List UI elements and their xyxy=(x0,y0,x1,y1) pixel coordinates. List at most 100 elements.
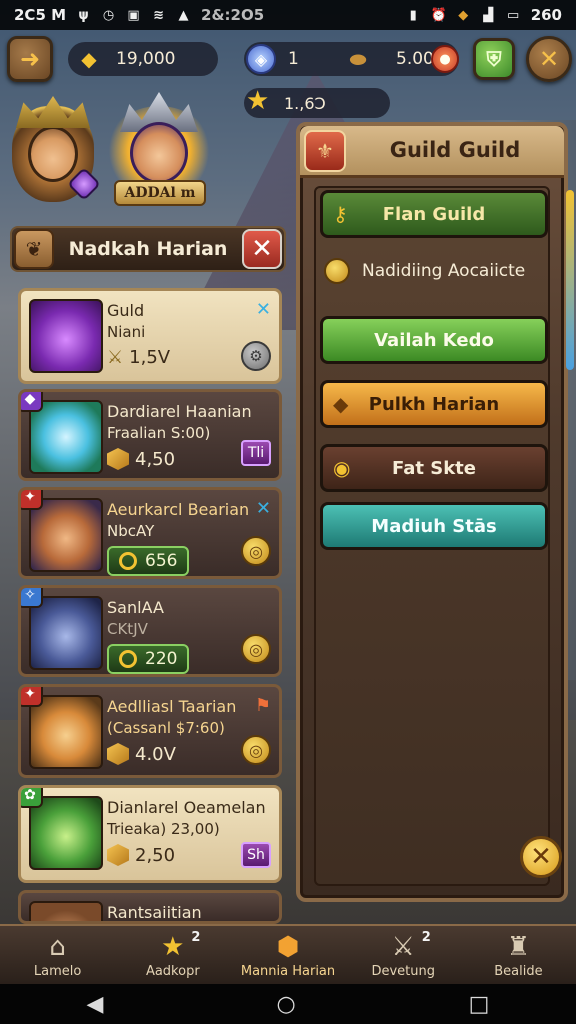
guild-plan-button[interactable]: ⚷ Flan Guild xyxy=(320,190,548,238)
item-tag[interactable]: Sh xyxy=(241,842,271,868)
nav-item-battle[interactable]: ⚔ 2 Devetung xyxy=(346,926,461,984)
signal-icon: ▲ xyxy=(178,7,189,23)
green-action-label: Vailah Kedo xyxy=(374,329,494,351)
red-badge-icon: ✦ xyxy=(21,490,43,510)
nav-badge-count: 2 xyxy=(421,930,431,945)
purple-crystal-icon xyxy=(29,299,103,373)
item-value: 4.0V xyxy=(135,743,176,765)
bag-icon[interactable]: ❦ xyxy=(14,229,54,269)
secondary-value: 5.00 xyxy=(396,49,434,69)
status-bar: 2C5 M ψ ◷ ▣ ≋ ▲ 2&:2O5 ▮ ⏰ ◆ ▟ ▭ 260 xyxy=(0,0,576,30)
item-value: 4,50 xyxy=(135,448,176,470)
nav-label: Mannia Harian xyxy=(240,963,336,979)
avatar-name-plate: ADDAl m xyxy=(114,180,206,206)
sword-icon: ⚔ xyxy=(107,347,124,368)
hero-portrait xyxy=(29,901,103,921)
item-subtitle: Trieaka) 23,00) xyxy=(107,820,220,838)
guild-crest-icon: ⬢ xyxy=(276,931,300,962)
brown-action-button[interactable]: ◉ Fat Skte xyxy=(320,444,548,492)
scrollbar[interactable] xyxy=(566,190,574,370)
guild-crest-icon[interactable]: ⚜ xyxy=(304,130,346,172)
daily-list-close-button[interactable]: ✕ xyxy=(242,229,282,269)
item-value-row: 4.0V xyxy=(107,743,176,765)
teal-action-label: Madiuh Stās xyxy=(371,515,497,537)
back-button[interactable]: ➜ xyxy=(7,36,53,82)
daily-reward-button[interactable]: ◆ Pulkh Harian xyxy=(320,380,548,428)
nav-item-daily[interactable]: ⬢ Mannia Harian xyxy=(230,926,345,984)
cross-icon[interactable]: ✕ xyxy=(256,299,271,320)
vibrate-icon: ψ xyxy=(78,7,89,23)
bread-icon: ⬬ xyxy=(349,47,367,71)
item-name: SanlAA xyxy=(107,598,164,617)
guild-panel-title: Guild Guild xyxy=(389,138,521,162)
item-tag[interactable]: Tli xyxy=(241,440,271,466)
shield-icon: ⛨ xyxy=(486,47,502,71)
item-subtitle: Fraalian S:00) xyxy=(107,424,211,442)
nav-item-build[interactable]: ♜ Bealide xyxy=(461,926,576,984)
coin-button[interactable]: ◎ xyxy=(241,735,271,765)
list-item[interactable]: ✧ SanlAA CKtJV 220 ◎ xyxy=(18,585,282,677)
teal-action-button[interactable]: Madiuh Stās xyxy=(320,502,548,550)
coin-ring-icon xyxy=(119,552,137,570)
guild-leader-avatar[interactable]: ADDAl m xyxy=(106,92,212,210)
gold-cube-icon xyxy=(107,448,129,470)
tower-icon: ♜ xyxy=(506,931,531,962)
list-item[interactable]: Guld Niani ⚔ 1,5V ✕ ⚙ xyxy=(18,288,282,384)
gold-close-button[interactable]: ✕ xyxy=(520,836,562,878)
red-gem-icon: ● xyxy=(431,45,459,73)
list-item[interactable]: ✦ Aedlliasl Taarian (Cassanl $7:60) 4.0V… xyxy=(18,684,282,778)
nav-item-home[interactable]: ⌂ Lamelo xyxy=(0,926,115,984)
list-item[interactable]: ◆ Dardiarel Haanian Fraalian S:00) 4,50 … xyxy=(18,389,282,481)
orange-flag-icon[interactable]: ⚑ xyxy=(255,695,271,716)
crown-icon xyxy=(16,96,90,128)
list-item[interactable]: ✿ Dianlarel Oeamelan Trieaka) 23,00) 2,5… xyxy=(18,785,282,883)
green-badge-icon: ✿ xyxy=(21,788,43,808)
gold-coin-icon xyxy=(324,258,350,284)
guild-info-text: Nadidiing Aocaiicte xyxy=(362,261,526,281)
battery-full-icon: ▭ xyxy=(507,7,520,23)
gold-cube-icon xyxy=(107,743,129,765)
gem-counter[interactable]: ◈ 1 ⬬ 5.00 ● xyxy=(244,42,459,76)
home-circle-icon[interactable]: ○ xyxy=(276,992,295,1017)
item-subtitle: (Cassanl $7:60) xyxy=(107,719,225,737)
gold-counter[interactable]: ◆ 19,000 xyxy=(68,42,218,76)
nav-badge-count: 2 xyxy=(191,930,201,945)
back-triangle-icon[interactable]: ◀ xyxy=(87,992,104,1017)
close-icon: ✕ xyxy=(538,45,560,73)
clock-icon: ◷ xyxy=(102,7,115,23)
signal-bars-icon: ▟ xyxy=(483,7,494,23)
daily-reward-label: Pulkh Harian xyxy=(368,393,500,415)
arrow-left-icon: ➜ xyxy=(19,45,41,73)
nav-item-achievements[interactable]: ★ 2 Aadkopr xyxy=(115,926,230,984)
guild-info-line: Nadidiing Aocaiicte xyxy=(324,256,554,286)
coin-button[interactable]: ◎ xyxy=(241,536,271,566)
item-value-row: 656 xyxy=(107,546,190,576)
item-value-row: ⚔ 1,5V xyxy=(107,347,170,368)
gold-bag-icon: ◆ xyxy=(333,392,349,416)
leader-portrait xyxy=(130,122,188,184)
status-right-text: 260 xyxy=(530,6,562,24)
recents-square-icon[interactable]: □ xyxy=(469,992,490,1017)
star-value: 1.,6Ↄ xyxy=(284,93,326,113)
green-action-button[interactable]: Vailah Kedo xyxy=(320,316,548,364)
item-subtitle: CKtJV xyxy=(107,620,148,638)
coin-button[interactable]: ◎ xyxy=(241,634,271,664)
list-item[interactable]: ✦ Aeurkarcl Bearian NbcAY 656 ✕ ◎ xyxy=(18,487,282,579)
item-name: Guld xyxy=(107,301,145,320)
item-subtitle: Niani xyxy=(107,323,146,341)
coin-ring-icon xyxy=(119,650,137,668)
battery-icon: ▮ xyxy=(409,7,417,23)
list-item[interactable]: Rantsaiitian xyxy=(18,890,282,924)
nav-label: Lamelo xyxy=(33,963,82,979)
shield-button[interactable]: ⛨ xyxy=(473,38,515,80)
wifi-icon: ≋ xyxy=(153,7,164,23)
item-value-row: 220 xyxy=(107,644,190,674)
settings-gear-icon[interactable]: ⚙ xyxy=(241,341,271,371)
cross-icon[interactable]: ✕ xyxy=(256,498,271,519)
item-value: 1,5V xyxy=(129,347,171,368)
player-avatar[interactable] xyxy=(12,96,101,202)
top-hud: ➜ ◆ 19,000 ◈ 1 ⬬ 5.00 ● ⛨ ✕ xyxy=(0,36,576,84)
hero-portrait xyxy=(28,126,78,182)
gold-value: 19,000 xyxy=(116,49,176,69)
close-button[interactable]: ✕ xyxy=(526,36,572,82)
